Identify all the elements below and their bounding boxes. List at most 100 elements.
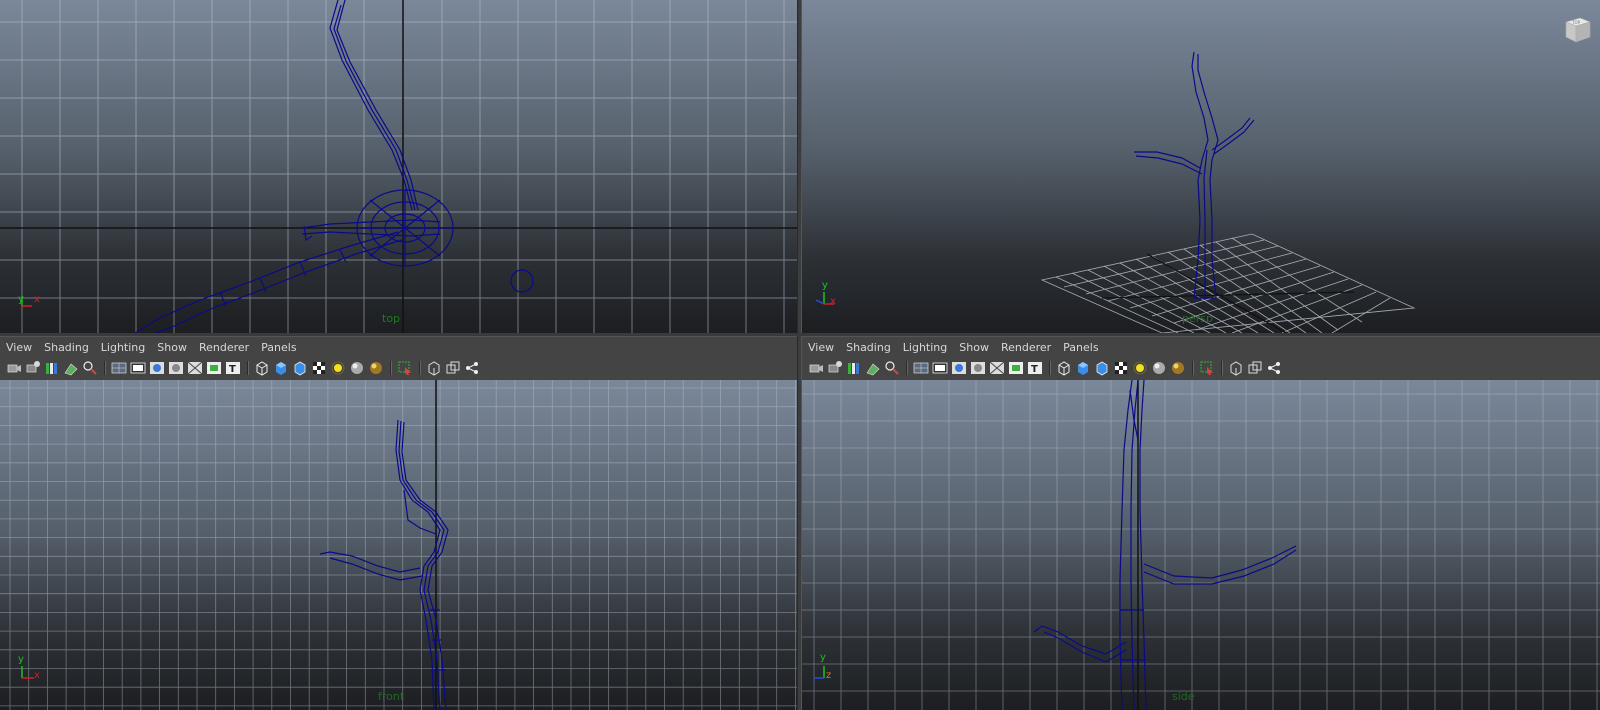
bounding-box-icon[interactable] — [1094, 360, 1110, 376]
safe-title-icon[interactable]: T — [1027, 360, 1043, 376]
panel-menu: View Shading Lighting Show Renderer Pane… — [802, 340, 1105, 356]
viewport-top[interactable]: y x top — [0, 0, 797, 333]
axis-label-v: y — [18, 654, 24, 665]
two-d-pan-zoom-icon[interactable] — [884, 360, 900, 376]
svg-text:T: T — [1031, 364, 1038, 375]
panel-menubar-side: View Shading Lighting Show Renderer Pane… — [802, 336, 1600, 380]
top-view-scene — [0, 0, 797, 333]
menu-show[interactable]: Show — [151, 340, 193, 356]
panel-toolbar: T — [6, 359, 483, 377]
menu-panels[interactable]: Panels — [255, 340, 302, 356]
viewcube[interactable]: TOP — [1562, 14, 1592, 44]
toolbar-separator — [1192, 361, 1194, 375]
viewcube-label: TOP — [1571, 20, 1581, 25]
axis-label-v: y — [820, 652, 826, 663]
menu-lighting[interactable]: Lighting — [897, 340, 953, 356]
axis-label-v: y — [18, 294, 24, 305]
xray-joints-icon[interactable] — [1247, 360, 1263, 376]
bookmark-icon[interactable] — [846, 360, 862, 376]
menu-view[interactable]: View — [0, 340, 38, 356]
side-axis-gizmo — [814, 666, 825, 679]
axis-label-h: x — [34, 670, 40, 681]
xray-components-icon[interactable] — [464, 360, 480, 376]
side-grid — [802, 380, 1600, 710]
panel-menu: View Shading Lighting Show Renderer Pane… — [0, 340, 303, 356]
toolbar-separator — [104, 361, 106, 375]
xray-joints-icon[interactable] — [445, 360, 461, 376]
resolution-gate-icon[interactable] — [149, 360, 165, 376]
toolbar-separator — [247, 361, 249, 375]
gate-mask-icon[interactable] — [970, 360, 986, 376]
default-light-icon[interactable] — [330, 360, 346, 376]
bounding-box-icon[interactable] — [292, 360, 308, 376]
textured-icon[interactable] — [1113, 360, 1129, 376]
persp-view-scene — [815, 51, 1416, 333]
panel-toolbar: T — [808, 359, 1285, 377]
camera-label-persp: persp — [1182, 312, 1213, 325]
camera-attributes-icon[interactable] — [25, 360, 41, 376]
xray-components-icon[interactable] — [1266, 360, 1282, 376]
toolbar-separator — [1221, 361, 1223, 375]
axis-label-h: x — [34, 294, 40, 305]
default-light-icon[interactable] — [1132, 360, 1148, 376]
wireframe-icon[interactable] — [1056, 360, 1072, 376]
shadows-icon[interactable] — [1170, 360, 1186, 376]
xray-icon[interactable] — [426, 360, 442, 376]
film-gate-icon[interactable] — [130, 360, 146, 376]
safe-title-icon[interactable]: T — [225, 360, 241, 376]
toolbar-separator — [1049, 361, 1051, 375]
locator-circle[interactable] — [510, 269, 534, 293]
two-d-pan-zoom-icon[interactable] — [82, 360, 98, 376]
viewport-persp[interactable]: y x persp TOP — [802, 0, 1600, 333]
camera-attributes-icon[interactable] — [827, 360, 843, 376]
image-plane-icon[interactable] — [63, 360, 79, 376]
image-plane-icon[interactable] — [865, 360, 881, 376]
axis-label-v: y — [822, 280, 828, 291]
safe-action-icon[interactable] — [1008, 360, 1024, 376]
menu-lighting[interactable]: Lighting — [95, 340, 151, 356]
persp-ground-grid — [1040, 233, 1416, 333]
viewport-side[interactable]: y z side — [802, 380, 1600, 710]
isolate-select-icon[interactable] — [397, 360, 413, 376]
grid-icon[interactable] — [913, 360, 929, 376]
gate-mask-icon[interactable] — [168, 360, 184, 376]
tree-wireframe-persp[interactable] — [1134, 51, 1255, 299]
tree-wireframe-top[interactable] — [134, 0, 454, 333]
camera-select-icon[interactable] — [6, 360, 22, 376]
menu-renderer[interactable]: Renderer — [193, 340, 255, 356]
grid-icon[interactable] — [111, 360, 127, 376]
viewcube-icon[interactable]: TOP — [1562, 14, 1592, 44]
textured-icon[interactable] — [311, 360, 327, 376]
isolate-select-icon[interactable] — [1199, 360, 1215, 376]
maya-viewport-layout: y x top y x persp TOP View Shading Light… — [0, 0, 1600, 710]
toolbar-separator — [906, 361, 908, 375]
axis-label-h: z — [826, 670, 832, 681]
menu-renderer[interactable]: Renderer — [995, 340, 1057, 356]
menu-shading[interactable]: Shading — [840, 340, 897, 356]
toolbar-separator — [419, 361, 421, 375]
side-view-scene — [802, 380, 1600, 710]
shadows-icon[interactable] — [368, 360, 384, 376]
field-chart-icon[interactable] — [187, 360, 203, 376]
field-chart-icon[interactable] — [989, 360, 1005, 376]
xray-icon[interactable] — [1228, 360, 1244, 376]
all-lights-icon[interactable] — [349, 360, 365, 376]
smooth-shade-icon[interactable] — [273, 360, 289, 376]
menu-show[interactable]: Show — [953, 340, 995, 356]
menu-view[interactable]: View — [802, 340, 840, 356]
panel-menubar-front: View Shading Lighting Show Renderer Pane… — [0, 336, 797, 380]
resolution-gate-icon[interactable] — [951, 360, 967, 376]
front-grid — [0, 380, 797, 710]
menu-shading[interactable]: Shading — [38, 340, 95, 356]
camera-label-top: top — [382, 312, 401, 325]
menu-panels[interactable]: Panels — [1057, 340, 1104, 356]
viewport-front[interactable]: y x front — [0, 380, 797, 710]
camera-select-icon[interactable] — [808, 360, 824, 376]
film-gate-icon[interactable] — [932, 360, 948, 376]
safe-action-icon[interactable] — [206, 360, 222, 376]
wireframe-icon[interactable] — [254, 360, 270, 376]
smooth-shade-icon[interactable] — [1075, 360, 1091, 376]
camera-label-side: side — [1172, 690, 1195, 703]
bookmark-icon[interactable] — [44, 360, 60, 376]
all-lights-icon[interactable] — [1151, 360, 1167, 376]
